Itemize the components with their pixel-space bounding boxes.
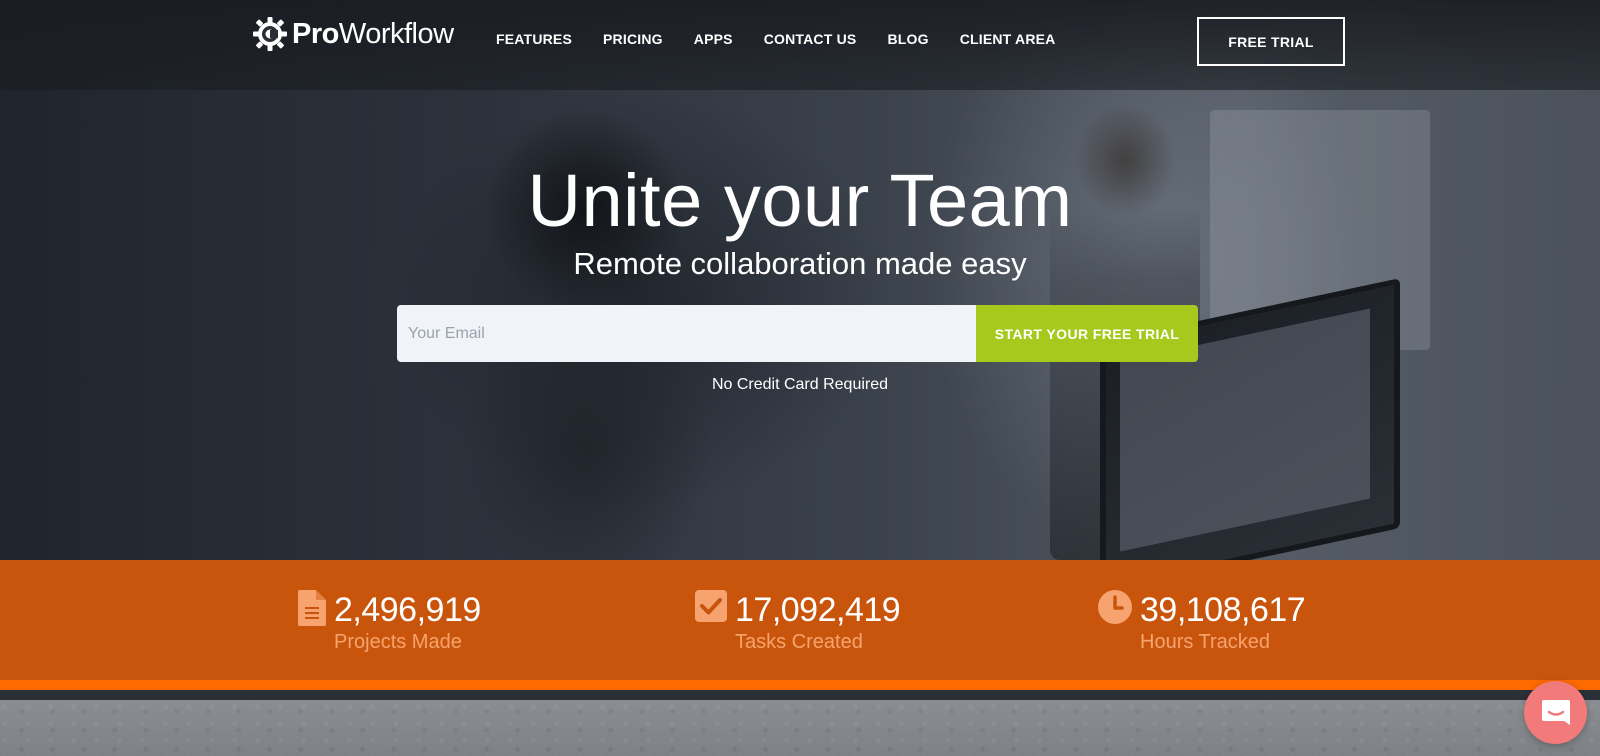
stats-band: 2,496,919 Projects Made 17,092,419 Tasks…: [0, 560, 1600, 690]
nav-client-area[interactable]: CLIENT AREA: [960, 31, 1056, 47]
chat-launcher-button[interactable]: [1524, 681, 1587, 744]
nav-contact-us[interactable]: CONTACT US: [764, 31, 857, 47]
hero-subheadline: Remote collaboration made easy: [573, 246, 1027, 281]
brand-logo[interactable]: ProWorkflow: [252, 16, 454, 52]
no-credit-card-note: No Credit Card Required: [711, 376, 889, 393]
main-menu: FEATURES PRICING APPS CONTACT US BLOG CL…: [496, 31, 1086, 47]
stat-label: Hours Tracked: [1140, 631, 1271, 653]
chat-bubble-icon: [1541, 699, 1570, 725]
clock-icon: [1098, 590, 1132, 624]
hero-headline: Unite your Team: [527, 159, 1073, 242]
document-icon: [298, 590, 326, 626]
nav-features[interactable]: FEATURES: [496, 31, 572, 47]
nav-apps[interactable]: APPS: [694, 31, 733, 47]
stat-value: 17,092,419: [735, 591, 901, 629]
stat-label: Projects Made: [334, 631, 462, 653]
next-section-background: [0, 700, 1600, 756]
email-input[interactable]: [397, 305, 976, 362]
checkbox-icon: [695, 590, 727, 622]
start-free-trial-button[interactable]: START YOUR FREE TRIAL: [976, 305, 1198, 362]
brand-name: ProWorkflow: [292, 17, 454, 50]
stat-label: Tasks Created: [735, 631, 863, 653]
nav-pricing[interactable]: PRICING: [603, 31, 663, 47]
nav-blog[interactable]: BLOG: [887, 31, 928, 47]
gear-icon: [253, 17, 287, 51]
stat-value: 2,496,919: [334, 591, 481, 629]
top-navigation: ProWorkflow FEATURES PRICING APPS CONTAC…: [0, 0, 1600, 80]
free-trial-button[interactable]: FREE TRIAL: [1197, 17, 1345, 66]
stat-projects: 2,496,919 Projects Made: [298, 590, 481, 654]
stat-value: 39,108,617: [1140, 591, 1306, 629]
signup-form: START YOUR FREE TRIAL: [397, 305, 1198, 362]
stat-tasks: 17,092,419 Tasks Created: [695, 590, 901, 654]
stat-hours: 39,108,617 Hours Tracked: [1098, 590, 1306, 654]
